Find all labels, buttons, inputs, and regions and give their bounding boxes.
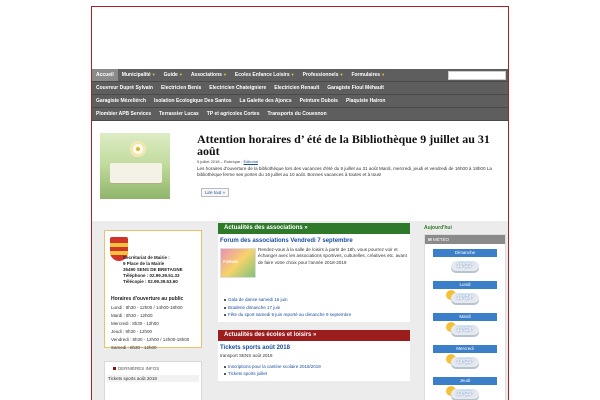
weather-header: M MÉTÉO xyxy=(425,235,505,244)
nav-item-pro[interactable]: La Galette des Ajoncs xyxy=(236,95,296,107)
section-spacer xyxy=(218,321,410,330)
nav-item-pro[interactable]: TP et agricoles Cortes xyxy=(203,108,264,120)
associations-header-link[interactable]: Actualités des associations » xyxy=(218,223,410,234)
chevron-down-icon: ▼ xyxy=(178,72,183,77)
nav-item-pro[interactable]: Plombier APB Services xyxy=(92,108,155,120)
featured-title[interactable]: Attention horaires d’ été de la Biblioth… xyxy=(197,133,508,157)
nav-item-guide[interactable]: Guide▼ xyxy=(160,69,187,81)
nav-item-pro[interactable]: Garagiste Fioul Méhault xyxy=(323,82,388,94)
page-container: Accueil Municipalité▼ Guide▼ Association… xyxy=(91,6,509,400)
associations-section: Actualités des associations » Forum des … xyxy=(218,223,410,381)
weather-header-label: MÉTÉO xyxy=(433,237,450,242)
ecoles-post-sub: transport SENS août 2018 xyxy=(220,352,273,358)
contact-line: Télécopie : 02.99.39.53.60 xyxy=(123,279,178,284)
featured-date: 5 juillet 2018 – Rubrique : xyxy=(197,159,243,164)
nav-item-municipalite[interactable]: Municipalité▼ xyxy=(118,69,160,81)
nav-label: Formulaires xyxy=(351,72,381,78)
ecoles-link[interactable]: Inscriptions pour la cantine scolaire 20… xyxy=(224,363,410,371)
weather-day: Mardi xyxy=(433,313,497,321)
hours-line: Mardi : 8h30 - 12h00 xyxy=(111,313,153,318)
nav-row-pros-2: Garagiste Mézeliérch Isolation Ecologiqu… xyxy=(92,95,508,108)
featured-meta: 5 juillet 2018 – Rubrique : Éditorial xyxy=(197,159,258,164)
associations-link[interactable]: Gala de danse samedi 16 juin xyxy=(224,296,410,304)
associations-post-body: FORUM Rendez-vous à la salle de loisirs … xyxy=(218,246,410,294)
hours-list: Lundi : 8h30 - 12h00 / 14h00-18h00 Mardi… xyxy=(111,304,201,352)
associations-link[interactable]: Braderie dimanche 17 juin xyxy=(224,304,410,312)
weather-day: Dimanche xyxy=(433,249,497,257)
chevron-down-icon: ▼ xyxy=(151,72,156,77)
chevron-down-icon: ▼ xyxy=(222,72,227,77)
today-title: Aujourd'hui xyxy=(424,225,452,231)
main-navigation: Accueil Municipalité▼ Guide▼ Association… xyxy=(92,69,508,121)
weather-day: Lundi xyxy=(433,281,497,289)
featured-excerpt: Les horaires d'ouverture de la bibliothè… xyxy=(197,166,492,177)
ecoles-post-title[interactable]: Tickets sports août 2018 xyxy=(218,341,410,353)
nav-item-pro[interactable]: Plaquiste Hairon xyxy=(342,95,389,107)
latest-news-box: DERNIÈRES INFOS Tickets sports août 2018 xyxy=(104,361,202,400)
nav-item-formulaires[interactable]: Formulaires▼ xyxy=(347,69,389,81)
nav-label: Municipalité xyxy=(121,72,151,78)
associations-link[interactable]: Fête du sport samedi 9 juin reporté au d… xyxy=(224,311,410,319)
forum-thumbnail[interactable]: FORUM xyxy=(220,248,256,278)
featured-image[interactable] xyxy=(100,133,170,199)
ecoles-link[interactable]: Tickets sports juillet xyxy=(224,370,410,378)
hours-line: Lundi : 8h30 - 12h00 / 14h00-18h00 xyxy=(111,305,183,310)
chevron-down-icon: ▼ xyxy=(339,72,344,77)
read-more-button[interactable]: Lire tout » xyxy=(201,188,230,197)
nav-item-pro[interactable]: Terrassier Lucas xyxy=(155,108,203,120)
nav-item-pro[interactable]: Isolation Ecologique Des Santos xyxy=(150,95,236,107)
weather-temp: 16°|24° xyxy=(456,295,474,301)
nav-item-pro[interactable]: Electricien Renault xyxy=(270,82,323,94)
latest-news-label: DERNIÈRES INFOS xyxy=(118,366,160,371)
nav-item-pro[interactable]: Electricien Chateigniere xyxy=(205,82,270,94)
weather-temp: 16°|21° xyxy=(456,263,474,269)
book-illustration xyxy=(110,163,162,183)
nav-item-ecoles[interactable]: Ecoles Enfance Loisirs▼ xyxy=(231,69,299,81)
ecoles-links: Inscriptions pour la cantine scolaire 20… xyxy=(218,361,410,381)
hours-line: Vendredi : 8h30 - 12h00 / 14h00-18h00 xyxy=(111,337,190,342)
nav-item-pro[interactable]: Electricien Benis xyxy=(157,82,205,94)
ecoles-header-link[interactable]: Actualités des écoles et loisirs » xyxy=(218,329,410,341)
nav-item-pro[interactable]: Peinture Dubois xyxy=(296,95,342,107)
nav-label: Associations xyxy=(190,72,222,78)
featured-category-link[interactable]: Éditorial xyxy=(244,159,258,164)
nav-label: Professionnels xyxy=(302,72,339,78)
nav-label: Guide xyxy=(163,72,178,78)
forum-thumbnail-text: FORUM xyxy=(223,259,238,264)
chevron-down-icon: ▼ xyxy=(290,72,295,77)
mairie-info-box: Secrétariat de Mairie : 9 Place de la Ma… xyxy=(104,230,202,350)
weather-temp: 19°|25° xyxy=(456,359,474,365)
nav-item-pro[interactable]: Couvreur Dupré Sylvain xyxy=(92,82,157,94)
weather-day: Mercredi xyxy=(433,345,497,353)
nav-item-accueil[interactable]: Accueil xyxy=(92,69,118,81)
associations-post-text: Rendez-vous à la salle de loisirs à part… xyxy=(258,247,407,265)
nav-item-associations[interactable]: Associations▼ xyxy=(187,69,231,81)
hours-line: Mercredi : 8h30 - 12h00 xyxy=(111,321,159,326)
nav-row-pros-1: Couvreur Dupré Sylvain Electricien Benis… xyxy=(92,82,508,95)
latest-news-item[interactable]: Tickets sports août 2018 xyxy=(107,375,199,382)
chevron-down-icon: ▼ xyxy=(381,72,386,77)
hours-line: Samedi : 8h30 - 12h00 xyxy=(111,345,157,350)
square-bullet-icon xyxy=(113,367,116,371)
hours-line: Jeudi : 8h30 - 12h00 xyxy=(111,329,153,334)
nav-item-professionnels[interactable]: Professionnels▼ xyxy=(299,69,348,81)
latest-news-title: DERNIÈRES INFOS xyxy=(113,366,159,371)
nav-item-pro[interactable]: Garagiste Mézeliérch xyxy=(92,95,150,107)
nav-row-main: Accueil Municipalité▼ Guide▼ Association… xyxy=(92,69,508,82)
weather-header-letter: M xyxy=(428,237,432,242)
hours-title: Horaires d'ouverture au public xyxy=(111,296,184,302)
flower-illustration xyxy=(130,141,146,157)
weather-temp: 15°|28° xyxy=(456,327,474,333)
weather-widget: M MÉTÉO Dimanche 16°|21° Lundi 16°|24° M… xyxy=(424,234,506,400)
mairie-contact: Secrétariat de Mairie : 9 Place de la Ma… xyxy=(123,255,183,285)
search-input[interactable] xyxy=(448,70,506,80)
associations-links: Gala de danse samedi 16 juin Braderie di… xyxy=(218,294,410,322)
weather-day: Jeudi xyxy=(433,377,497,385)
nav-row-pros-3: Plombier APB Services Terrassier Lucas T… xyxy=(92,108,508,121)
weather-temp: 13°|25° xyxy=(456,391,474,397)
nav-label: Ecoles Enfance Loisirs xyxy=(234,72,290,78)
associations-post-title[interactable]: Forum des associations Vendredi 7 septem… xyxy=(218,234,410,246)
nav-item-pro[interactable]: Transports du Couesnon xyxy=(264,108,331,120)
featured-article: Attention horaires d’ été de la Biblioth… xyxy=(100,133,506,199)
